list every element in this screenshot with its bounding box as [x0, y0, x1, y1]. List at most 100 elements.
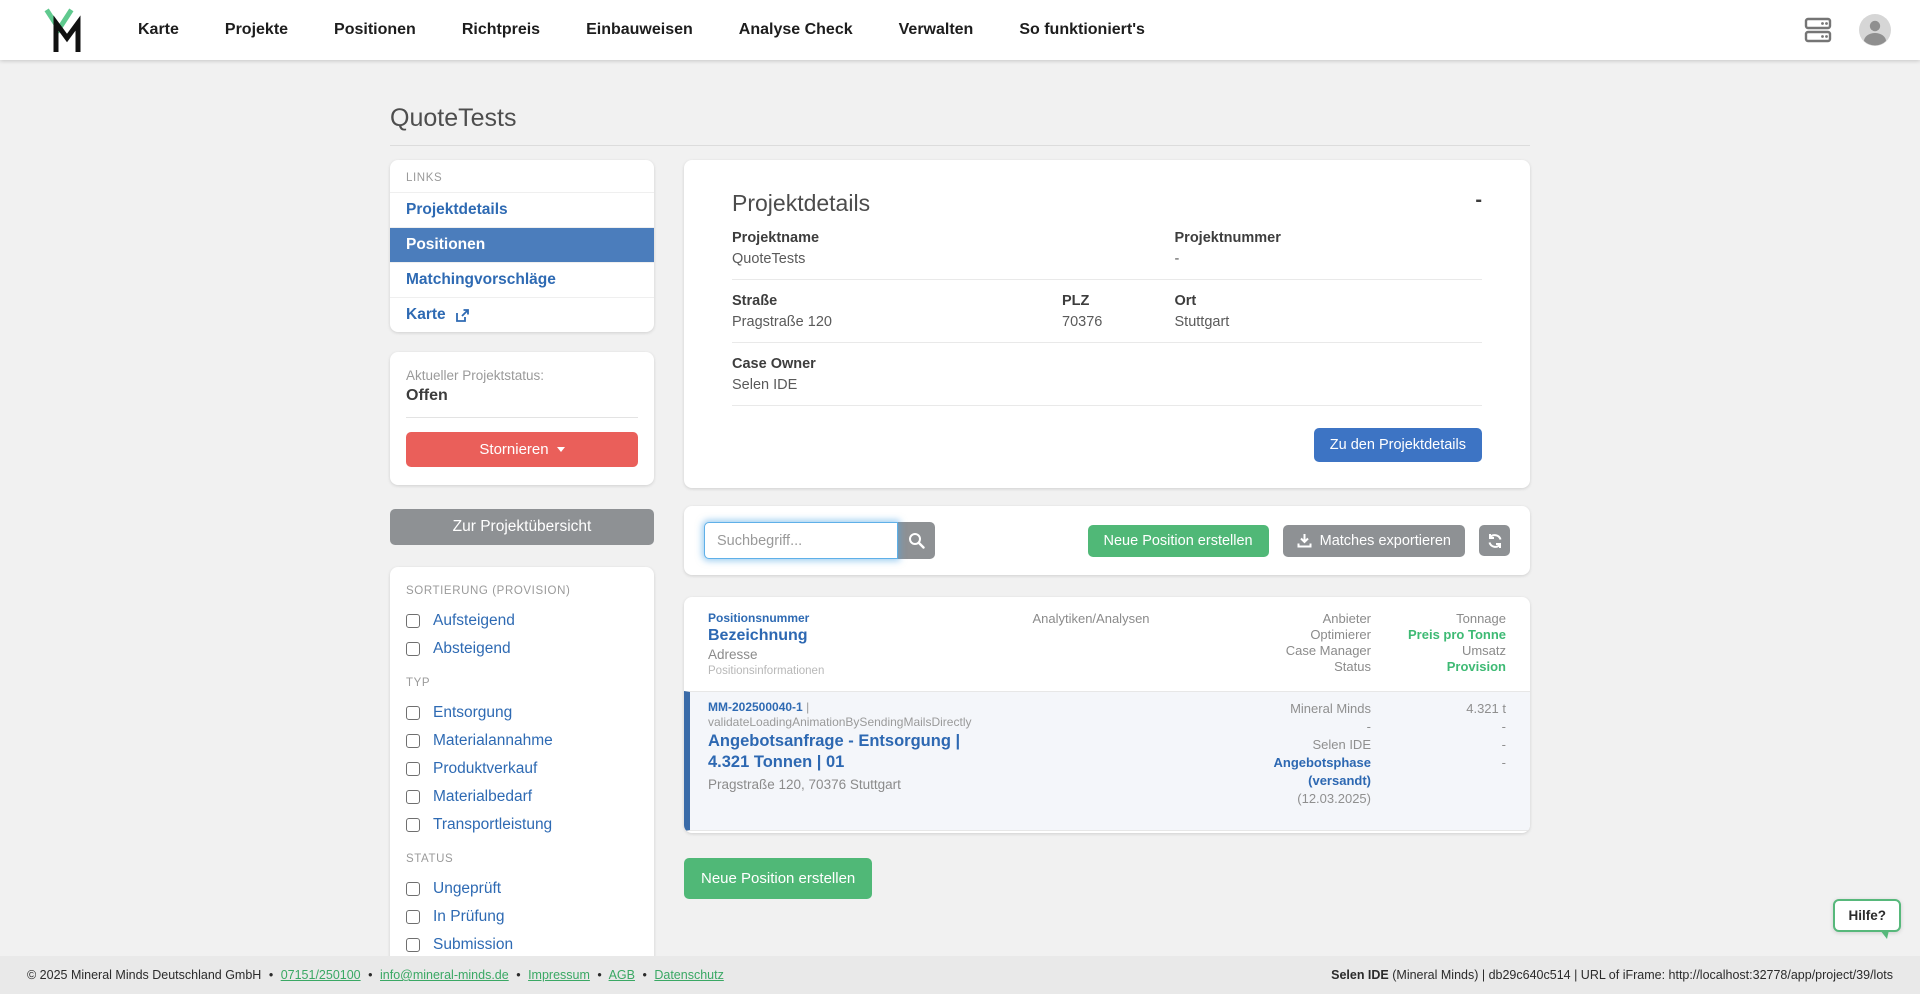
filter-option[interactable]: Materialbedarf — [406, 783, 638, 811]
search-button[interactable] — [898, 522, 935, 559]
nav-item[interactable]: Karte — [138, 21, 179, 39]
filter-option[interactable]: Materialannahme — [406, 727, 638, 755]
position-analytics-cell — [991, 700, 1191, 808]
help-button[interactable]: Hilfe? — [1833, 899, 1901, 939]
refresh-button[interactable] — [1479, 525, 1510, 556]
footer-session-info: (Mineral Minds) | db29c640c514 | URL of … — [1388, 968, 1893, 982]
sidebar-item-matchingvorschlaege[interactable]: Matchingvorschläge — [390, 262, 654, 297]
position-optimierer: - — [1366, 719, 1371, 734]
footer-agb-link[interactable]: AGB — [609, 968, 635, 982]
nav-item[interactable]: Verwalten — [899, 21, 974, 39]
checkbox[interactable] — [406, 790, 420, 804]
strasse-value: Pragstraße 120 — [732, 314, 832, 330]
left-sidebar: LINKS Projektdetails Positionen Matching… — [390, 160, 654, 994]
footer-left: © 2025 Mineral Minds Deutschland GmbH • … — [27, 968, 724, 982]
filter-option[interactable]: Entsorgung — [406, 699, 638, 727]
search-icon — [909, 533, 925, 549]
cancel-project-button[interactable]: Stornieren — [406, 432, 638, 467]
filter-option[interactable]: Produktverkauf — [406, 755, 638, 783]
server-list-button[interactable] — [1804, 17, 1832, 43]
footer-right: Selen IDE (Mineral Minds) | db29c640c514… — [1331, 968, 1893, 982]
nav-item[interactable]: Richtpreis — [462, 21, 540, 39]
positions-table-card: Positionsnummer Bezeichnung Adresse Posi… — [684, 597, 1530, 833]
project-details-card: Projektdetails - Projektname QuoteTests … — [684, 160, 1530, 488]
export-matches-button[interactable]: Matches exportieren — [1282, 524, 1465, 557]
header-positionsnummer: Positionsnummer — [708, 611, 810, 625]
position-row[interactable]: MM-202500040-1 | validateLoadingAnimatio… — [684, 691, 1530, 831]
checkbox[interactable] — [406, 642, 420, 656]
project-details-title: Projektdetails — [732, 190, 871, 216]
header-umsatz: Umsatz — [1461, 643, 1506, 658]
header-adresse: Adresse — [708, 647, 758, 662]
plz-label: PLZ — [1062, 293, 1090, 309]
checkbox[interactable] — [406, 938, 420, 952]
checkbox[interactable] — [406, 734, 420, 748]
checkbox[interactable] — [406, 614, 420, 628]
field-row-address: Straße Pragstraße 120 PLZ 70376 Ort Stut… — [732, 280, 1482, 343]
filter-option[interactable]: Submission — [406, 931, 638, 959]
strasse-label: Straße — [732, 293, 778, 309]
sort-filter-list: Aufsteigend Absteigend — [406, 607, 638, 663]
header-provision: Provision — [1446, 659, 1506, 674]
header-anbieter: Anbieter — [1322, 611, 1371, 626]
mineral-minds-logo[interactable] — [44, 8, 86, 52]
checkbox[interactable] — [406, 706, 420, 720]
footer-phone-link[interactable]: 07151/250100 — [281, 968, 361, 982]
main-navigation: Karte Projekte Positionen Richtpreis Einbauw… — [138, 21, 1145, 39]
sidebar-item-karte[interactable]: Karte — [390, 297, 654, 332]
status-divider — [406, 417, 638, 418]
top-navbar: Karte Projekte Positionen Richtpreis Einbauw… — [0, 0, 1920, 60]
filter-option[interactable]: Aufsteigend — [406, 607, 638, 635]
header-preis-pro-tonne: Preis pro Tonne — [1408, 627, 1506, 642]
status-label: Aktueller Projektstatus: — [406, 368, 545, 383]
nav-item[interactable]: Projekte — [225, 21, 288, 39]
status-filter-header: STATUS — [406, 853, 454, 865]
project-overview-button[interactable]: Zur Projektübersicht — [390, 509, 654, 545]
position-anbieter: Mineral Minds — [1290, 701, 1371, 716]
position-umsatz: - — [1501, 737, 1506, 752]
filter-option[interactable]: Absteigend — [406, 635, 638, 663]
filter-option[interactable]: In Prüfung — [406, 903, 638, 931]
sidebar-item-projektdetails[interactable]: Projektdetails — [390, 192, 654, 227]
links-card: LINKS Projektdetails Positionen Matching… — [390, 160, 654, 332]
field-row-name-number: Projektname QuoteTests Projektnummer - — [732, 217, 1482, 280]
footer-datenschutz-link[interactable]: Datenschutz — [654, 968, 723, 982]
search-input[interactable] — [704, 522, 898, 559]
projektnummer-value: - — [1174, 251, 1180, 267]
position-status-date: (12.03.2025) — [1297, 791, 1371, 806]
sort-filter-header: SORTIERUNG (PROVISION) — [406, 585, 571, 597]
footer-email-link[interactable]: info@mineral-minds.de — [380, 968, 509, 982]
create-position-bottom-button[interactable]: Neue Position erstellen — [684, 858, 873, 899]
checkbox[interactable] — [406, 910, 420, 924]
case-owner-value: Selen IDE — [732, 377, 798, 393]
user-avatar-button[interactable] — [1858, 13, 1892, 47]
position-id: MM-202500040-1 — [708, 700, 803, 714]
filter-option[interactable]: Transportleistung — [406, 811, 638, 839]
checkbox[interactable] — [406, 882, 420, 896]
checkbox[interactable] — [406, 818, 420, 832]
collapse-button[interactable]: - — [1475, 190, 1482, 210]
title-divider — [390, 145, 1530, 146]
nav-item[interactable]: So funktioniert's — [1019, 21, 1145, 39]
checkbox[interactable] — [406, 762, 420, 776]
field-row-owner: Case Owner Selen IDE — [732, 343, 1482, 406]
create-position-button[interactable]: Neue Position erstellen — [1087, 524, 1269, 557]
ort-value: Stuttgart — [1174, 314, 1230, 330]
sidebar-item-positionen[interactable]: Positionen — [390, 227, 654, 262]
nav-item[interactable]: Analyse Check — [739, 21, 853, 39]
case-owner-label: Case Owner — [732, 356, 816, 372]
header-positionsinformationen: Positionsinformationen — [708, 665, 825, 677]
page-title: QuoteTests — [390, 104, 517, 132]
positions-table-header: Positionsnummer Bezeichnung Adresse Posi… — [684, 597, 1530, 691]
navbar-right — [1804, 13, 1892, 47]
external-link-icon — [455, 308, 469, 322]
filter-option[interactable]: Ungeprüft — [406, 875, 638, 903]
refresh-icon — [1488, 533, 1501, 548]
position-status-detail: (versandt) — [1308, 773, 1371, 788]
links-header: LINKS — [406, 172, 443, 184]
projektnummer-label: Projektnummer — [1174, 230, 1281, 246]
nav-item[interactable]: Einbauweisen — [586, 21, 693, 39]
nav-item[interactable]: Positionen — [334, 21, 416, 39]
goto-project-details-button[interactable]: Zu den Projektdetails — [1313, 428, 1482, 462]
footer-impressum-link[interactable]: Impressum — [528, 968, 590, 982]
